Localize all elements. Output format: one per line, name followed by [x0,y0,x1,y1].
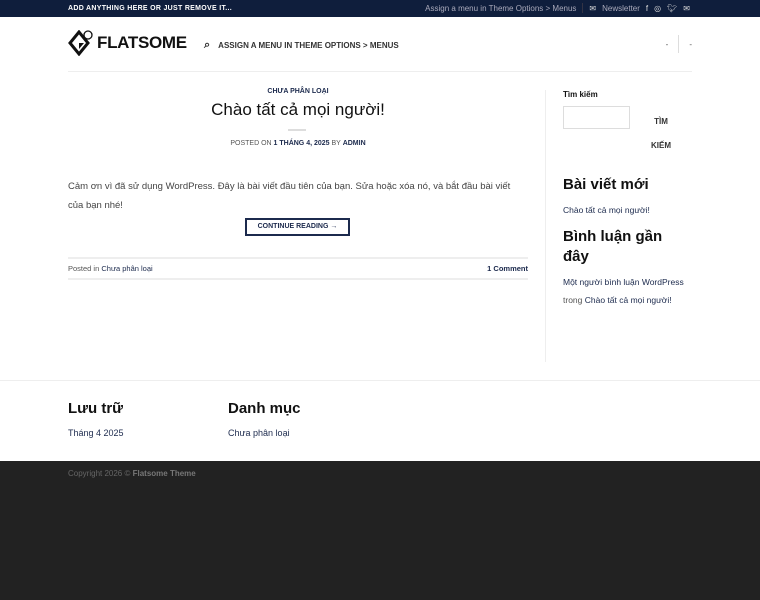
email-icon[interactable]: ✉ [683,4,690,13]
twitter-icon[interactable]: 🐦︎ [667,4,677,13]
recent-posts-title: Bài viết mới [563,176,649,193]
newsletter-icon: ✉ [589,3,597,13]
divider [678,35,680,53]
search-icon[interactable]: ⌕ [204,39,210,52]
top-bar-text: ADD ANYTHING HERE OR JUST REMOVE IT... [68,5,232,12]
logo[interactable]: FLATSOME [68,30,187,56]
logo-text: FLATSOME [97,33,187,52]
footer-widgets: Lưu trữ Tháng 4 2025 Danh mục Chưa phân … [0,380,760,461]
comment-author-link[interactable]: Một người bình luận WordPress [563,277,684,287]
nav-menu-link[interactable]: ASSIGN A MENU IN THEME OPTIONS > MENUS [218,41,399,50]
category-link[interactable]: Chưa phân loại [228,428,290,438]
sidebar: Tìm kiếm TÌM KIẾM Bài viết mới Chào tất c… [563,90,693,305]
sidebar-divider [545,90,546,362]
search-label: Tìm kiếm [563,90,598,99]
posted-in-category[interactable]: Chưa phân loại [101,264,152,273]
posted-in-label: Posted in [68,264,100,273]
top-menu-link[interactable]: Assign a menu in Theme Options > Menus [425,4,576,13]
logo-icon [68,30,93,56]
top-bar: ADD ANYTHING HERE OR JUST REMOVE IT... A… [0,0,760,17]
instagram-icon[interactable]: ◎ [654,4,661,13]
post-date[interactable]: 1 THÁNG 4, 2025 [274,140,330,147]
archives-title: Lưu trữ [68,400,124,417]
recent-post-link[interactable]: Chào tất cả mọi người! [563,205,650,215]
header-item[interactable]: - [666,40,669,49]
recent-comments-title: Bình luận gần đây [563,228,663,265]
divider [288,129,306,131]
posted-on-label: POSTED ON [230,140,272,147]
archive-link[interactable]: Tháng 4 2025 [68,428,124,438]
copyright-text: Copyright 2026 © [68,469,131,478]
copyright-bar: Copyright 2026 © Flatsome Theme [0,461,760,600]
search-button[interactable]: TÌM KIẾM [641,110,681,158]
comment-in-label: trong [563,295,583,305]
post-author[interactable]: ADMIN [343,140,366,147]
post-meta: POSTED ON 1 THÁNG 4, 2025 BY ADMIN [68,140,528,147]
by-label: BY [331,140,341,147]
divider [582,3,584,13]
facebook-icon[interactable]: f [646,4,648,13]
post-category[interactable]: CHƯA PHÂN LOẠI [68,88,528,95]
header: FLATSOME ⌕ ASSIGN A MENU IN THEME OPTION… [68,17,692,72]
comments-link[interactable]: 1 Comment [487,264,528,273]
search-button-label: KIẾM [651,141,671,150]
post-excerpt: Cảm ơn vì đã sử dụng WordPress. Đây là b… [68,181,511,211]
search-button-label: TÌM [654,117,668,126]
categories-title: Danh mục [228,400,301,417]
comment-post-link[interactable]: Chào tất cả mọi người! [585,295,672,305]
search-input[interactable] [563,106,630,129]
header-item[interactable]: - [689,40,692,49]
newsletter-link[interactable]: Newsletter [602,4,640,13]
post-footer: Posted in Chưa phân loại 1 Comment [68,257,528,280]
theme-name: Flatsome Theme [132,469,196,478]
post-title[interactable]: Chào tất cả mọi người! [68,100,528,120]
continue-reading-button[interactable]: CONTINUE READING → [245,218,350,236]
